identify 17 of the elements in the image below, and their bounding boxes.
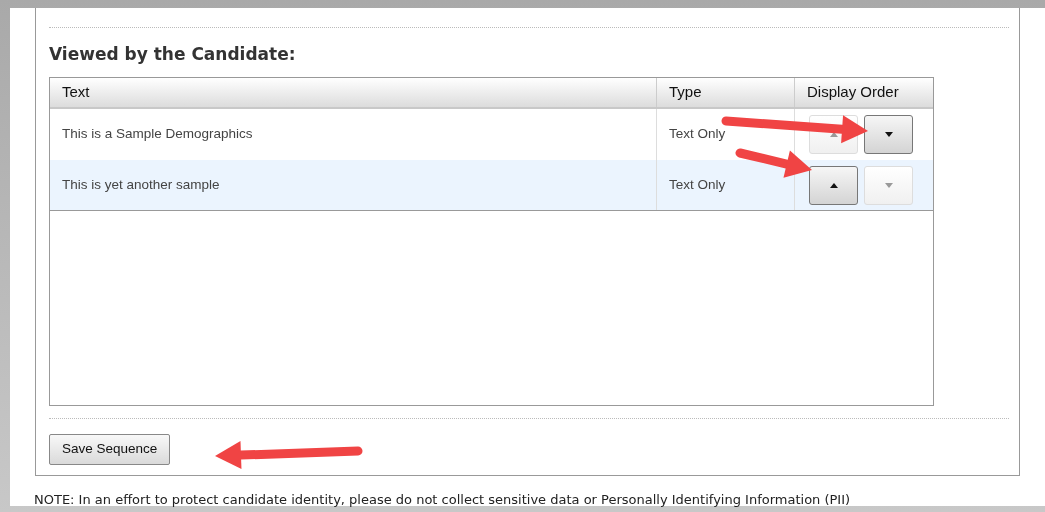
caret-up-icon: [829, 132, 838, 137]
column-header: Text: [61, 82, 91, 103]
save-sequence-button[interactable]: Save Sequence: [49, 434, 171, 465]
column-header: Display Order: [794, 78, 933, 107]
table-cell-text: Text Only: [669, 125, 726, 144]
section-heading: Viewed by the Candidate:: [49, 43, 297, 65]
move-down-button[interactable]: [864, 115, 913, 154]
table-cell-text: Text Only: [669, 175, 726, 194]
table-cell-text: This is yet another sample: [62, 175, 220, 194]
column-header: Type: [656, 78, 794, 107]
table-row[interactable]: This is yet another sample Text Only: [50, 160, 933, 211]
caret-down-icon: [884, 182, 893, 188]
caret-up-icon: [829, 182, 838, 188]
move-up-button[interactable]: [809, 165, 858, 205]
table-cell-text: This is a Sample Demographics: [62, 125, 253, 144]
note-text: NOTE: In an effort to protect candidate identity, please do not collect sensitive data or Personally Identifying Information (PII): [34, 491, 852, 509]
caret-down-icon: [884, 132, 893, 137]
